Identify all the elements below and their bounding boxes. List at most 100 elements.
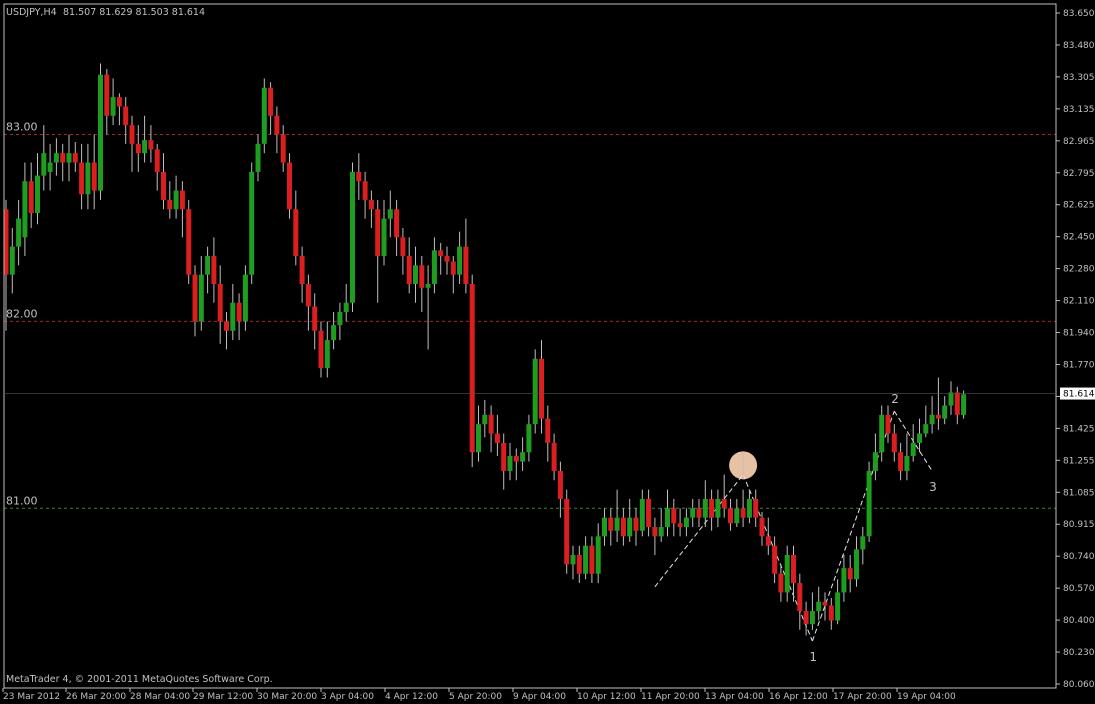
bear-candle bbox=[186, 209, 192, 275]
bear-candle bbox=[545, 418, 551, 443]
bear-candle bbox=[822, 601, 828, 606]
bear-candle bbox=[513, 455, 519, 462]
bull-candle bbox=[520, 452, 526, 462]
y-tick-label: 82.450 bbox=[1063, 233, 1095, 243]
bull-candle bbox=[595, 536, 601, 574]
y-tick-label: 82.795 bbox=[1063, 169, 1095, 179]
bull-candle bbox=[255, 143, 261, 172]
bull-candle bbox=[526, 424, 532, 453]
bear-candle bbox=[312, 306, 318, 331]
bull-candle bbox=[173, 190, 179, 210]
symbol-label: USDJPY,H4 bbox=[6, 7, 57, 18]
y-tick-label: 80.060 bbox=[1063, 680, 1095, 690]
bull-candle bbox=[22, 181, 28, 238]
bull-candle bbox=[746, 498, 752, 518]
bull-candle bbox=[331, 325, 337, 341]
bear-candle bbox=[91, 162, 97, 191]
bull-candle bbox=[425, 284, 431, 288]
bear-candle bbox=[305, 284, 311, 307]
x-tick-label: 3 Apr 04:00 bbox=[321, 692, 374, 702]
bear-candle bbox=[154, 149, 160, 172]
y-tick-label: 83.135 bbox=[1063, 105, 1095, 115]
bull-candle bbox=[715, 498, 721, 518]
bear-candle bbox=[778, 573, 784, 593]
bull-candle bbox=[866, 470, 872, 537]
bull-candle bbox=[324, 340, 330, 369]
bear-candle bbox=[293, 209, 299, 256]
x-tick-label: 4 Apr 12:00 bbox=[385, 692, 438, 702]
bull-candle bbox=[614, 517, 620, 531]
bull-candle bbox=[942, 405, 948, 419]
bear-candle bbox=[557, 470, 563, 499]
price-chart[interactable]: 83.00 82.00 81.00 1 2 3 83.650 83.480 83.305 83… bbox=[0, 0, 1095, 704]
bear-candle bbox=[501, 442, 507, 471]
bear-candle bbox=[772, 545, 778, 574]
bear-candle bbox=[709, 498, 715, 518]
bear-candle bbox=[406, 255, 412, 285]
bull-candle bbox=[532, 358, 538, 425]
y-tick-label: 83.650 bbox=[1063, 9, 1095, 19]
x-tick-label: 10 Apr 12:00 bbox=[577, 692, 636, 702]
bear-candle bbox=[192, 274, 198, 322]
level-label: 81.00 bbox=[6, 494, 38, 507]
bear-candle bbox=[299, 255, 305, 285]
bear-candle bbox=[135, 143, 141, 154]
x-tick-label: 16 Apr 12:00 bbox=[769, 692, 828, 702]
bear-candle bbox=[765, 536, 771, 546]
bull-candle bbox=[809, 611, 815, 625]
bear-candle bbox=[885, 414, 891, 434]
y-tick-label: 81.425 bbox=[1063, 424, 1095, 434]
bull-candle bbox=[702, 498, 708, 518]
y-tick-label: 83.305 bbox=[1063, 73, 1095, 83]
level-label: 82.00 bbox=[6, 307, 38, 320]
x-tick-label: 9 Apr 04:00 bbox=[513, 692, 566, 702]
y-tick-label: 80.230 bbox=[1063, 648, 1095, 658]
ohlc-readout: 81.507 81.629 81.503 81.614 bbox=[63, 7, 205, 18]
bear-candle bbox=[116, 97, 122, 107]
bull-candle bbox=[142, 140, 148, 154]
bear-candle bbox=[935, 414, 941, 419]
bull-candle bbox=[230, 302, 236, 331]
bear-candle bbox=[444, 255, 450, 262]
y-tick-label: 81.940 bbox=[1063, 329, 1095, 339]
x-tick-label: 26 Mar 20:00 bbox=[66, 692, 126, 702]
bear-candle bbox=[287, 162, 292, 210]
bear-candle bbox=[620, 517, 626, 537]
bull-candle bbox=[66, 153, 72, 163]
bear-candle bbox=[740, 508, 746, 518]
bull-candle bbox=[917, 433, 922, 443]
bear-candle bbox=[356, 171, 362, 182]
y-tick-label: 81.255 bbox=[1063, 456, 1095, 466]
bear-candle bbox=[633, 517, 639, 531]
bull-candle bbox=[35, 175, 40, 213]
bear-candle bbox=[608, 517, 614, 531]
bear-candle bbox=[564, 498, 570, 565]
bear-candle bbox=[274, 115, 280, 135]
bull-candle bbox=[923, 424, 929, 434]
bear-candle bbox=[803, 611, 809, 625]
bull-candle bbox=[41, 153, 47, 176]
bull-candle bbox=[872, 452, 878, 471]
bear-candle bbox=[60, 153, 66, 163]
bear-candle bbox=[211, 255, 217, 285]
bull-candle bbox=[343, 302, 349, 313]
y-tick-label: 80.400 bbox=[1063, 616, 1095, 626]
bear-candle bbox=[671, 508, 677, 524]
y-tick-label: 82.625 bbox=[1063, 201, 1095, 211]
bear-candle bbox=[652, 526, 658, 537]
bull-candle bbox=[665, 508, 670, 527]
bear-candle bbox=[161, 171, 166, 200]
x-tick-label: 29 Mar 12:00 bbox=[193, 692, 253, 702]
bull-candle bbox=[413, 265, 418, 285]
bull-candle bbox=[879, 414, 885, 453]
bear-candle bbox=[463, 246, 469, 285]
bull-candle bbox=[929, 414, 935, 425]
bull-candle bbox=[602, 517, 607, 537]
bull-candle bbox=[47, 162, 53, 172]
y-tick-label: 80.915 bbox=[1063, 520, 1095, 530]
bear-candle bbox=[728, 508, 733, 524]
chart-background bbox=[0, 0, 1095, 704]
bull-candle bbox=[683, 517, 689, 527]
bear-candle bbox=[759, 517, 765, 537]
x-tick-label: 30 Mar 20:00 bbox=[257, 692, 317, 702]
